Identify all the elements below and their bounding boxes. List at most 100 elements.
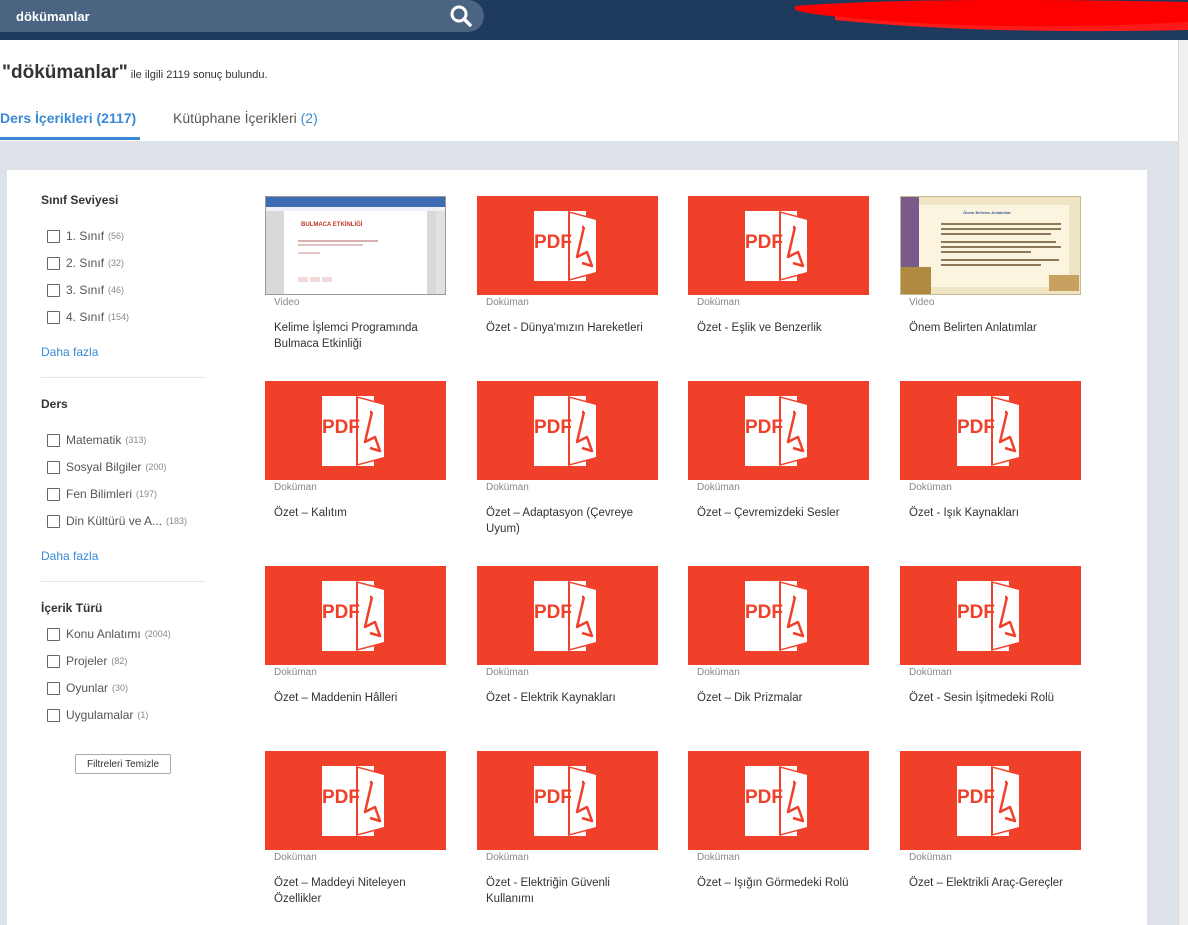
result-card[interactable]: PDF Doküman Özet – Maddenin Hâlleri [265,566,446,736]
checkbox[interactable] [47,708,60,722]
result-card[interactable]: PDF Doküman Özet - Işık Kaynakları [900,381,1081,551]
card-type: Video [909,297,935,308]
card-type: Video [274,297,300,308]
card-type: Doküman [274,667,317,678]
pdf-thumbnail: PDF [688,381,869,480]
result-card[interactable]: PDF Doküman Özet – Dik Prizmalar [688,566,869,736]
filter-count: (32) [108,258,125,268]
card-type: Doküman [274,482,317,493]
checkbox[interactable] [47,256,60,270]
filter-subject-matematik[interactable]: Matematik (313) [47,433,146,447]
tab-label: Kütüphane İçerikleri [173,110,297,126]
filter-label: Fen Bilimleri [66,487,133,501]
word-document-heading: BULMACA ETKİNLİĞİ [301,222,363,228]
card-title: Özet – Kalıtım [274,507,347,519]
card-title: Özet - Eşlik ve Benzerlik [697,322,822,334]
card-title: Özet – Elektrikli Araç-Gereçler [909,877,1064,889]
tab-label: Ders İçerikleri [0,110,93,126]
search-button[interactable] [446,3,476,29]
result-card[interactable]: PDF Doküman Özet - Elektrik Kaynakları [477,566,658,736]
result-card[interactable]: PDF Doküman Özet - Dünya'mızın Hareketle… [477,196,658,366]
pdf-label: PDF [534,232,572,253]
search-input[interactable] [16,0,436,32]
filter-type-uygulamalar[interactable]: Uygulamalar (1) [47,708,148,722]
video-thumbnail: Önem Belirten Anlatımlar [900,196,1081,295]
result-card[interactable]: PDF Doküman Özet - Sesin İşitmedeki Rolü [900,566,1081,736]
pdf-label: PDF [957,787,995,808]
result-card[interactable]: BULMACA ETKİNLİĞİ Video Kelime İşlemci P… [265,196,446,366]
clear-filters-button[interactable]: Filtreleri Temizle [75,754,171,774]
result-card[interactable]: PDF Doküman Özet – Çevremizdeki Sesler [688,381,869,551]
filter-label: Sosyal Bilgiler [66,460,142,474]
grade-more-link[interactable]: Daha fazla [41,345,98,359]
pdf-thumbnail: PDF [477,751,658,850]
tab-count: (2) [300,110,318,126]
result-card[interactable]: PDF Doküman Özet – Elektrikli Araç-Gereç… [900,751,1081,921]
filter-label: 1. Sınıf [66,229,105,243]
filter-label: 4. Sınıf [66,310,105,324]
filter-type-konu[interactable]: Konu Anlatımı (2004) [47,627,171,641]
card-type: Doküman [697,482,740,493]
filter-type-oyunlar[interactable]: Oyunlar (30) [47,681,128,695]
filter-subject-sosyal[interactable]: Sosyal Bilgiler (200) [47,460,166,474]
word-document-thumbnail: BULMACA ETKİNLİĞİ [265,196,446,295]
filter-count: (30) [112,683,129,693]
filter-label: 3. Sınıf [66,283,105,297]
result-query: "dökümanlar" [2,62,128,83]
filter-grade-4[interactable]: 4. Sınıf (154) [47,310,129,324]
pdf-label: PDF [745,232,783,253]
result-card[interactable]: PDF Doküman Özet - Eşlik ve Benzerlik [688,196,869,366]
checkbox[interactable] [47,627,60,641]
card-type: Doküman [486,852,529,863]
pdf-thumbnail: PDF [265,381,446,480]
pdf-label: PDF [322,602,360,623]
checkbox[interactable] [47,681,60,695]
checkbox[interactable] [47,283,60,297]
pdf-label: PDF [534,787,572,808]
checkbox[interactable] [47,433,60,447]
card-title: Özet – Çevremizdeki Sesler [697,507,840,519]
tab-ders-icerikleri[interactable]: Ders İçerikleri (2117) [0,110,136,126]
filter-count: (197) [136,489,158,499]
filter-label: Projeler [66,654,108,668]
card-type: Doküman [909,667,952,678]
checkbox[interactable] [47,229,60,243]
result-card[interactable]: PDF Doküman Özet - Elektriğin Güvenli Ku… [477,751,658,921]
checkbox[interactable] [47,514,60,528]
filter-grade-2[interactable]: 2. Sınıf (32) [47,256,124,270]
result-card[interactable]: PDF Doküman Özet – Adaptasyon (Çevreye U… [477,381,658,551]
card-title: Özet – Dik Prizmalar [697,692,803,704]
tab-kutuphane-icerikleri[interactable]: Kütüphane İçerikleri (2) [173,110,318,126]
page-scrollbar[interactable] [1178,40,1188,925]
filter-divider [41,581,205,582]
checkbox[interactable] [47,487,60,501]
result-card[interactable]: Önem Belirten Anlatımlar Video Önem Beli… [900,196,1081,366]
filter-count: (154) [108,312,130,322]
card-title: Özet - Dünya'mızın Hareketleri [486,322,643,334]
card-title: Özet - Elektrik Kaynakları [486,692,616,704]
checkbox[interactable] [47,654,60,668]
filter-subject-din[interactable]: Din Kültürü ve A... (183) [47,514,187,528]
filter-divider [41,377,205,378]
result-card[interactable]: PDF Doküman Özet – Kalıtım [265,381,446,551]
card-title: Özet – Maddeyi Niteleyen Özellikler [274,877,406,905]
card-type: Doküman [697,852,740,863]
result-summary: "dökümanlar" ile ilgili 2119 sonuç bulun… [2,62,268,84]
filter-count: (56) [108,231,125,241]
card-type: Doküman [486,297,529,308]
result-card[interactable]: PDF Doküman Özet – Işığın Görmedeki Rolü [688,751,869,921]
checkbox[interactable] [47,310,60,324]
subject-more-link[interactable]: Daha fazla [41,549,98,563]
pdf-thumbnail: PDF [265,566,446,665]
result-card[interactable]: PDF Doküman Özet – Maddeyi Niteleyen Öze… [265,751,446,921]
card-title: Kelime İşlemci Programında Bulmaca Etkin… [274,322,418,350]
pdf-label: PDF [957,602,995,623]
checkbox[interactable] [47,460,60,474]
filter-type-projeler[interactable]: Projeler (82) [47,654,127,668]
filter-grade-1[interactable]: 1. Sınıf (56) [47,229,124,243]
card-type: Doküman [909,852,952,863]
pdf-label: PDF [745,787,783,808]
filter-grade-3[interactable]: 3. Sınıf (46) [47,283,124,297]
filter-subject-fen[interactable]: Fen Bilimleri (197) [47,487,157,501]
filter-count: (82) [111,656,128,666]
